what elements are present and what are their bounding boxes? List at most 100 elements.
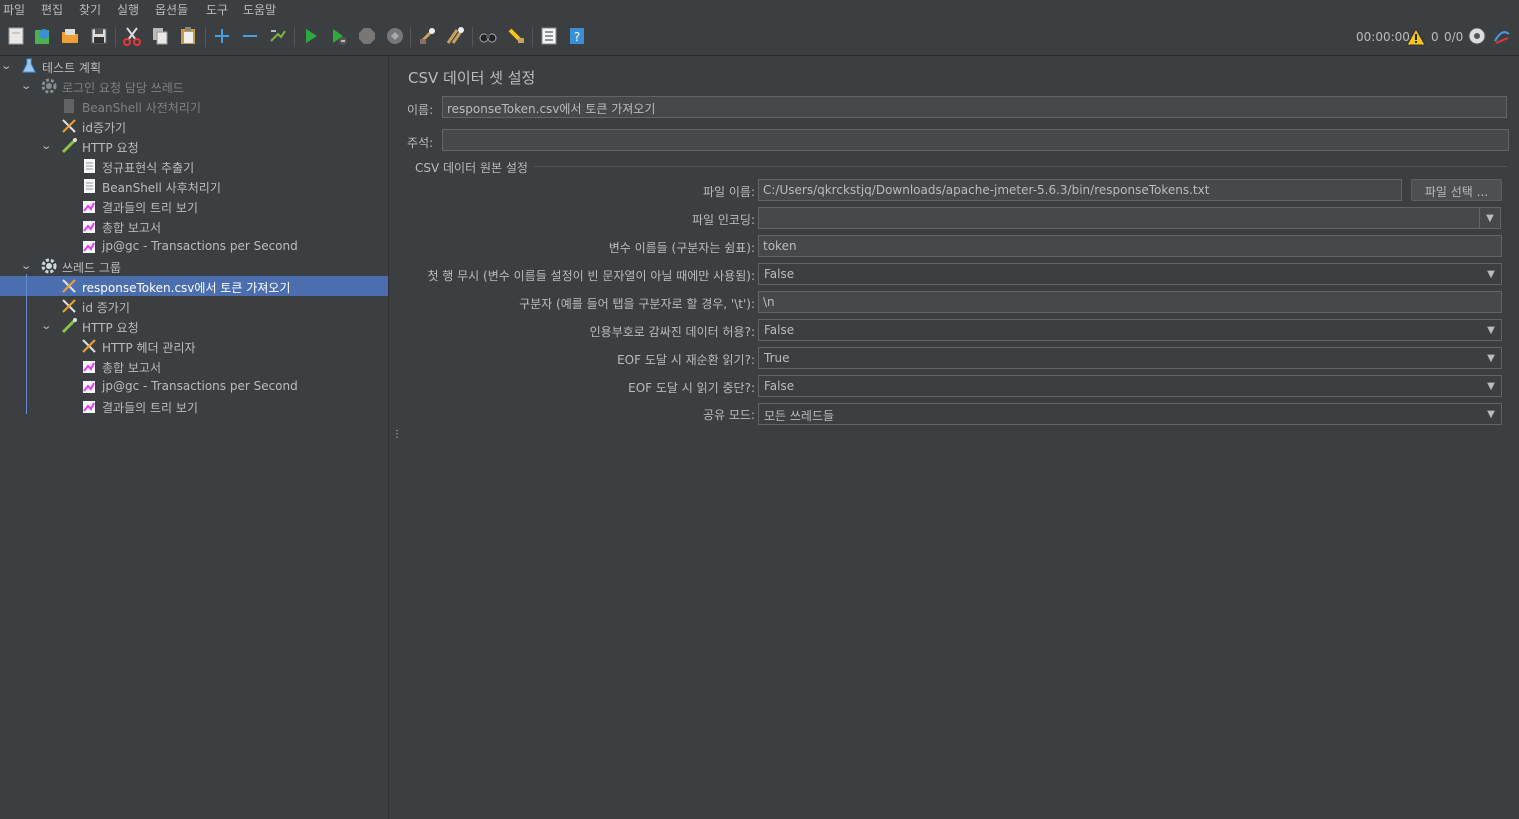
- stop-eof-select[interactable]: False ▼: [758, 375, 1502, 397]
- tree-node-label: HTTP 요청: [82, 141, 139, 155]
- jmeter-logo-icon: [1491, 25, 1513, 47]
- ignore-first-line-select[interactable]: False ▼: [758, 263, 1502, 285]
- open-icon[interactable]: [59, 25, 81, 47]
- listener-chart-icon: [80, 197, 98, 215]
- menu-file[interactable]: 파일: [3, 1, 25, 18]
- tree-node[interactable]: id 증가기: [0, 296, 388, 316]
- tree-node-label: HTTP 헤더 관리자: [102, 341, 196, 355]
- tree-node-label: 총합 보고서: [102, 361, 162, 375]
- delimiter-input[interactable]: \n: [758, 291, 1502, 313]
- expander-chevron-icon[interactable]: ⌄: [0, 59, 16, 72]
- templates-icon[interactable]: [31, 25, 53, 47]
- quoted-data-label: 인용부호로 감싸진 데이터 허용?:: [589, 325, 755, 339]
- tree-node[interactable]: 총합 보고서: [0, 216, 388, 236]
- cut-icon[interactable]: [121, 25, 143, 47]
- encoding-combo[interactable]: ▼: [758, 207, 1501, 229]
- tree-node-label: jp@gc - Transactions per Second: [102, 239, 298, 253]
- tree-node[interactable]: BeanShell 사후처리기: [0, 176, 388, 196]
- tree-node-label: id증가기: [82, 121, 127, 135]
- expand-plus-icon[interactable]: [211, 25, 233, 47]
- stop-icon[interactable]: [356, 25, 378, 47]
- tree-node[interactable]: 결과들의 트리 보기: [0, 196, 388, 216]
- remote-engines-icon[interactable]: [1466, 25, 1488, 47]
- tree-node[interactable]: id증가기: [0, 116, 388, 136]
- sampler-pen-icon: [60, 317, 78, 335]
- start-no-pause-icon[interactable]: [328, 25, 350, 47]
- paste-icon[interactable]: [177, 25, 199, 47]
- filename-input[interactable]: C:/Users/qkrckstjq/Downloads/apache-jmet…: [758, 179, 1402, 201]
- warning-icon[interactable]: [1405, 26, 1427, 48]
- test-plan-tree: ⌄ 테스트 계획 ⌄ 로그인 요청 담당 쓰레드 BeanShell 사전처리기 id증가…: [0, 56, 388, 819]
- chevron-down-icon[interactable]: ▼: [1481, 264, 1501, 284]
- copy-icon[interactable]: [149, 25, 171, 47]
- config-tools-icon: [60, 277, 78, 295]
- delimiter-label: 구분자 (예를 들어 탭을 구분자로 할 경우, '\t'):: [519, 297, 755, 311]
- save-icon[interactable]: [88, 25, 110, 47]
- warning-count: 0: [1431, 30, 1439, 44]
- chevron-down-icon[interactable]: ▼: [1481, 320, 1501, 340]
- collapse-minus-icon[interactable]: [239, 25, 261, 47]
- listener-chart-icon: [80, 357, 98, 375]
- chevron-down-icon[interactable]: ▼: [1479, 208, 1500, 228]
- tree-node[interactable]: HTTP 헤더 관리자: [0, 336, 388, 356]
- expander-chevron-icon[interactable]: ⌄: [20, 79, 36, 92]
- browse-file-button[interactable]: 파일 선택 ...: [1411, 179, 1502, 201]
- varnames-label: 변수 이름들 (구분자는 쉼표):: [608, 241, 755, 255]
- recycle-eof-value: True: [764, 351, 790, 365]
- ignore-first-line-label: 첫 행 무시 (변수 이름들 설정이 빈 문자열이 아닐 때에만 사용됨):: [427, 269, 755, 283]
- toolbar: ? 00:00:00 0 0/0: [0, 19, 1519, 56]
- expander-chevron-icon[interactable]: ⌄: [20, 259, 36, 272]
- tree-node[interactable]: 정규표현식 추출기: [0, 156, 388, 176]
- tree-node[interactable]: ⌄ 로그인 요청 담당 쓰레드: [0, 76, 388, 96]
- tree-node-label: 총합 보고서: [102, 221, 162, 235]
- document-icon: [80, 177, 98, 195]
- tree-node-label: responseToken.csv에서 토큰 가져오기: [82, 281, 291, 295]
- chevron-down-icon[interactable]: ▼: [1481, 348, 1501, 368]
- menu-bar: 파일 편집 찾기 실행 옵션들 도구 도움말: [0, 0, 1519, 18]
- menu-tools[interactable]: 도구: [206, 1, 228, 18]
- tree-node[interactable]: ⌄ HTTP 요청: [0, 316, 388, 336]
- menu-run[interactable]: 실행: [117, 1, 139, 18]
- recycle-eof-label: EOF 도달 시 재순환 읽기?:: [617, 353, 755, 367]
- stop-eof-label: EOF 도달 시 읽기 중단?:: [628, 381, 755, 395]
- chevron-down-icon[interactable]: ▼: [1481, 376, 1501, 396]
- tree-guide-line: [26, 274, 27, 414]
- new-icon[interactable]: [5, 25, 27, 47]
- tree-node-label: HTTP 요청: [82, 321, 139, 335]
- sharing-mode-value: 모든 쓰레드들: [764, 409, 835, 423]
- gear-icon: [40, 77, 58, 95]
- ignore-first-line-value: False: [764, 267, 795, 281]
- sharing-mode-select[interactable]: 모든 쓰레드들 ▼: [758, 403, 1502, 425]
- quoted-data-value: False: [764, 323, 795, 337]
- quoted-data-select[interactable]: False ▼: [758, 319, 1502, 341]
- tree-node[interactable]: BeanShell 사전처리기: [0, 96, 388, 116]
- menu-edit[interactable]: 편집: [41, 1, 63, 18]
- expander-chevron-icon[interactable]: ⌄: [40, 139, 56, 152]
- tree-node[interactable]: jp@gc - Transactions per Second: [0, 376, 388, 396]
- chevron-down-icon[interactable]: ▼: [1481, 404, 1501, 424]
- tree-node[interactable]: 결과들의 트리 보기: [0, 396, 388, 416]
- toggle-icon[interactable]: [267, 25, 289, 47]
- menu-search[interactable]: 찾기: [79, 1, 101, 18]
- tree-node[interactable]: jp@gc - Transactions per Second: [0, 236, 388, 256]
- tree-node-label: 정규표현식 추출기: [102, 161, 195, 175]
- tree-node[interactable]: responseToken.csv에서 토큰 가져오기: [0, 276, 388, 296]
- recycle-eof-select[interactable]: True ▼: [758, 347, 1502, 369]
- tree-node[interactable]: ⌄ 쓰레드 그룹: [0, 256, 388, 276]
- tree-node[interactable]: 총합 보고서: [0, 356, 388, 376]
- menu-options[interactable]: 옵션들: [155, 1, 188, 18]
- varnames-input[interactable]: token: [758, 235, 1502, 257]
- filename-label: 파일 이름:: [702, 185, 755, 199]
- menu-help[interactable]: 도움말: [243, 1, 276, 18]
- tree-node[interactable]: ⌄ 테스트 계획: [0, 56, 388, 76]
- listener-chart-icon: [80, 237, 98, 255]
- encoding-label: 파일 인코딩:: [691, 213, 755, 227]
- config-tools-icon: [80, 337, 98, 355]
- test-plan-icon: [20, 57, 38, 75]
- expander-chevron-icon[interactable]: ⌄: [40, 319, 56, 332]
- start-icon[interactable]: [300, 25, 322, 47]
- tree-node-label: 결과들의 트리 보기: [102, 401, 198, 415]
- tree-node[interactable]: ⌄ HTTP 요청: [0, 136, 388, 156]
- tree-node-label: 결과들의 트리 보기: [102, 201, 198, 215]
- elapsed-timer: 00:00:00: [1356, 30, 1410, 44]
